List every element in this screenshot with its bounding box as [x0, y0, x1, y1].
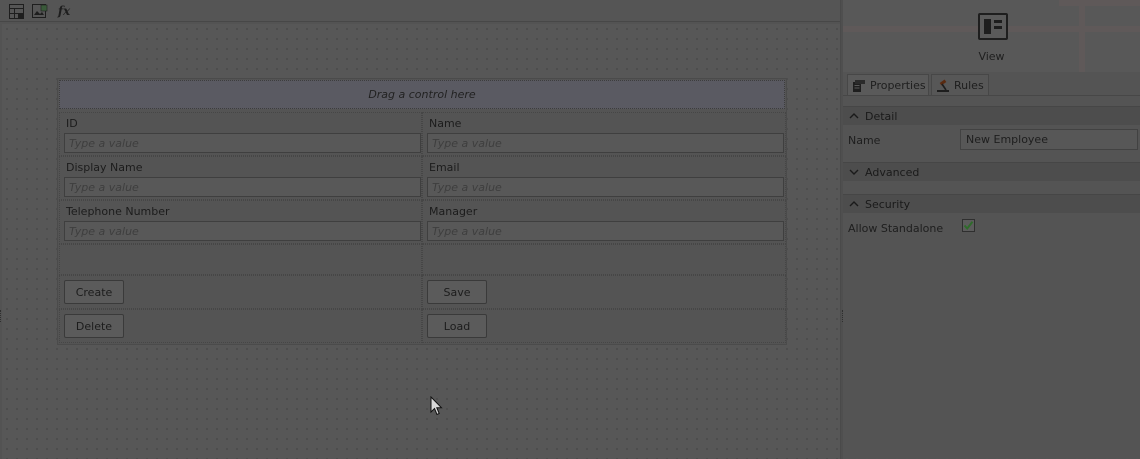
- panel-header: View: [843, 0, 1140, 72]
- form-layout-table: Drag a control here ID Name Display Name…: [57, 78, 787, 345]
- email-input[interactable]: [427, 177, 784, 197]
- drop-zone-hint: Drag a control here: [368, 88, 476, 101]
- email-label: Email: [429, 161, 460, 174]
- cell-create: Create: [59, 275, 422, 309]
- chevron-down-icon: [849, 167, 859, 177]
- cell-email: Email: [422, 156, 786, 200]
- section-advanced-header[interactable]: Advanced: [843, 162, 1140, 181]
- tab-rules[interactable]: Rules: [931, 74, 989, 96]
- allow-standalone-label: Allow Standalone: [848, 222, 944, 235]
- view-icon[interactable]: [978, 13, 1008, 40]
- section-security-title: Security: [865, 197, 911, 211]
- background-line: [1059, 0, 1140, 6]
- load-button[interactable]: Load: [427, 314, 487, 338]
- cell-save: Save: [422, 275, 786, 309]
- manager-input[interactable]: [427, 221, 784, 241]
- chevron-up-icon: [849, 199, 859, 209]
- drop-zone[interactable]: Drag a control here: [59, 80, 785, 109]
- name-input[interactable]: [427, 133, 784, 153]
- empty-cell[interactable]: [422, 244, 786, 275]
- create-button[interactable]: Create: [64, 280, 124, 304]
- chevron-up-icon: [849, 111, 859, 121]
- left-resize-grip[interactable]: [0, 310, 1, 322]
- tab-properties-label: Properties: [870, 79, 926, 92]
- cell-delete: Delete: [59, 309, 422, 343]
- save-button[interactable]: Save: [427, 280, 487, 304]
- tab-properties[interactable]: Properties: [847, 74, 929, 96]
- empty-cell[interactable]: [59, 244, 422, 275]
- name-label: Name: [429, 117, 462, 130]
- manager-label: Manager: [429, 205, 478, 218]
- designer-toolbar: fx: [0, 0, 842, 22]
- delete-button[interactable]: Delete: [64, 314, 124, 338]
- name-property-input[interactable]: [960, 129, 1138, 150]
- checkmark-icon: [963, 221, 974, 231]
- table-layout-icon[interactable]: [8, 3, 24, 19]
- display-name-label: Display Name: [66, 161, 143, 174]
- telephone-label: Telephone Number: [66, 205, 170, 218]
- telephone-input[interactable]: [64, 221, 421, 241]
- properties-panel: View Properties Rules Detail Name New Em…: [843, 0, 1140, 459]
- name-property-label: Name: [848, 134, 881, 147]
- tabs-divider: [843, 95, 1140, 96]
- cell-display-name: Display Name: [59, 156, 422, 200]
- view-label: View: [978, 50, 1005, 63]
- display-name-input[interactable]: [64, 177, 421, 197]
- id-input[interactable]: [64, 133, 421, 153]
- function-icon[interactable]: fx: [56, 3, 72, 19]
- section-detail-title: Detail: [865, 109, 898, 123]
- section-advanced-title: Advanced: [865, 165, 920, 179]
- cell-id: ID: [59, 112, 422, 156]
- section-security-header[interactable]: Security: [843, 194, 1140, 213]
- cell-name: Name: [422, 112, 786, 156]
- id-label: ID: [66, 117, 78, 130]
- add-image-icon[interactable]: [32, 3, 48, 19]
- allow-standalone-checkbox[interactable]: [962, 219, 975, 232]
- cell-load: Load: [422, 309, 786, 343]
- cell-telephone: Telephone Number: [59, 200, 422, 244]
- mouse-cursor-icon: [430, 396, 443, 416]
- rules-icon: [936, 79, 950, 93]
- properties-icon: [852, 79, 866, 93]
- tab-rules-label: Rules: [954, 79, 984, 92]
- cell-manager: Manager: [422, 200, 786, 244]
- section-detail-header[interactable]: Detail: [843, 106, 1140, 125]
